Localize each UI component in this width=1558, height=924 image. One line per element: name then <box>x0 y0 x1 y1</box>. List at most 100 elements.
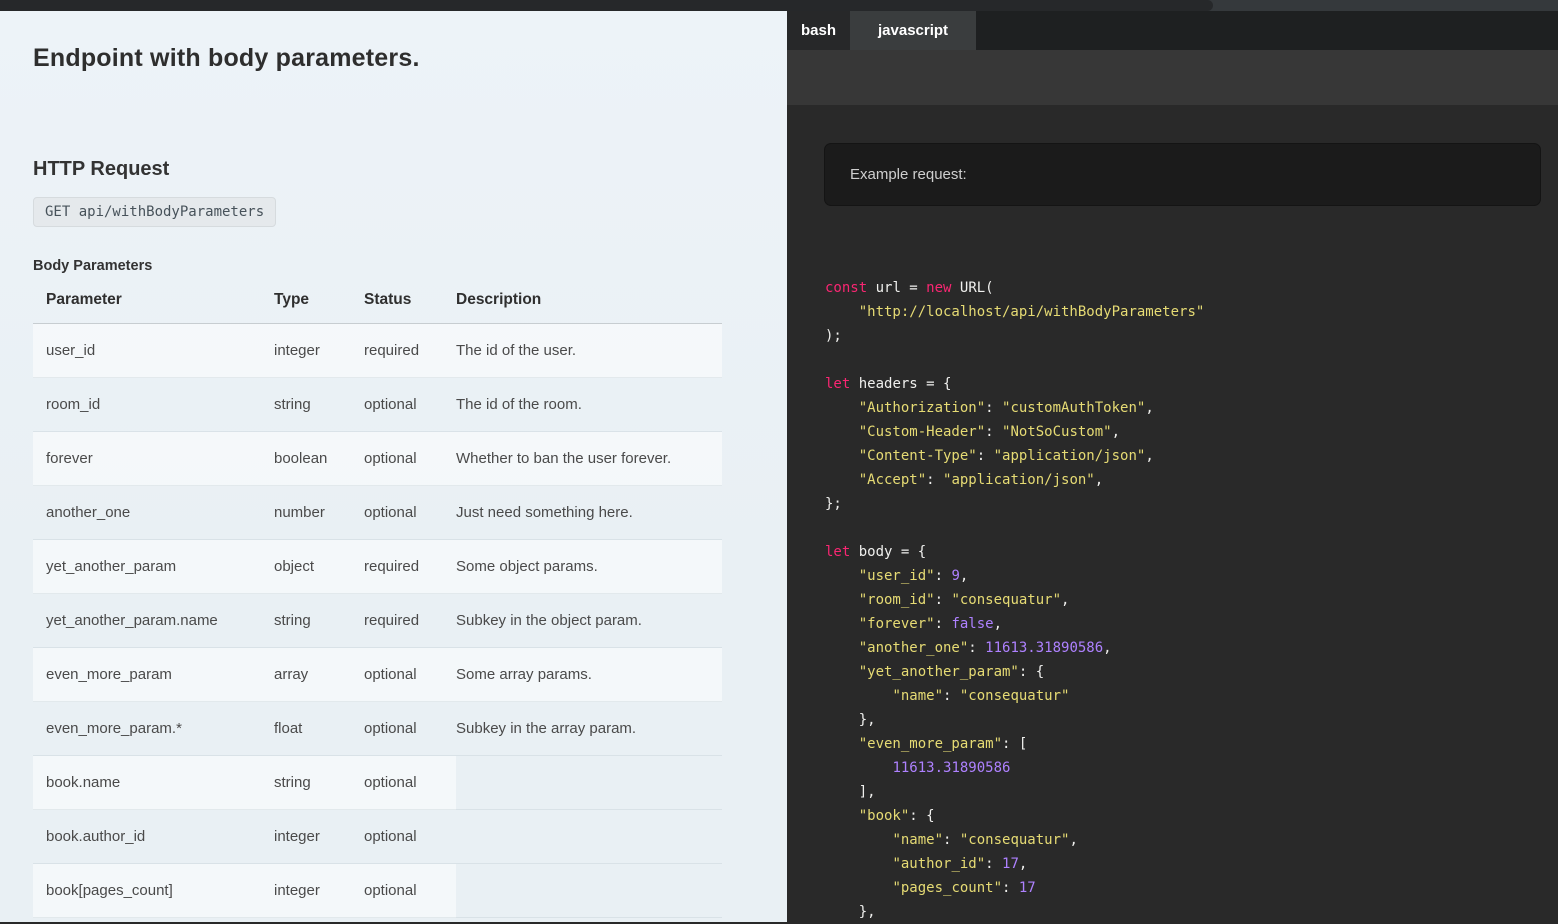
code-line: let headers = { <box>825 372 1558 396</box>
param-status: optional <box>364 864 456 918</box>
top-scrollbar-thumb[interactable] <box>0 0 1213 11</box>
code-line: "name": "consequatur" <box>825 684 1558 708</box>
table-row: another_onenumberoptionalJust need somet… <box>33 486 722 540</box>
param-description: Just need something here. <box>456 486 722 540</box>
table-row: yet_another_param.namestringrequiredSubk… <box>33 594 722 648</box>
body-parameters-label: Body Parameters <box>33 258 757 274</box>
param-status: optional <box>364 702 456 756</box>
table-row: yet_another_paramobjectrequiredSome obje… <box>33 540 722 594</box>
param-name: book.name <box>33 756 274 810</box>
column-header-parameter: Parameter <box>33 283 274 324</box>
table-header-row: Parameter Type Status Description <box>33 283 722 324</box>
code-line: "Authorization": "customAuthToken", <box>825 396 1558 420</box>
example-request-label: Example request: <box>850 166 967 183</box>
param-description: Some object params. <box>456 540 722 594</box>
code-line: ); <box>825 324 1558 348</box>
table-row: even_more_paramarrayoptionalSome array p… <box>33 648 722 702</box>
param-type: object <box>274 540 364 594</box>
example-request-code: const url = new URL( "http://localhost/a… <box>825 276 1558 924</box>
column-header-type: Type <box>274 283 364 324</box>
param-status: optional <box>364 486 456 540</box>
code-line: "Content-Type": "application/json", <box>825 444 1558 468</box>
code-line: "Accept": "application/json", <box>825 468 1558 492</box>
code-line: const url = new URL( <box>825 276 1558 300</box>
tab-javascript[interactable]: javascript <box>850 11 976 50</box>
code-line <box>825 516 1558 540</box>
param-description: Whether to ban the user forever. <box>456 432 722 486</box>
param-name: book.author_id <box>33 810 274 864</box>
param-name: yet_another_param <box>33 540 274 594</box>
code-line: "room_id": "consequatur", <box>825 588 1558 612</box>
code-line: "user_id": 9, <box>825 564 1558 588</box>
code-line: }; <box>825 492 1558 516</box>
code-line: "name": "consequatur", <box>825 828 1558 852</box>
tabbar-lower-band <box>787 50 1558 105</box>
param-description: Some array params. <box>456 648 722 702</box>
http-request-heading: HTTP Request <box>33 157 757 181</box>
column-header-description: Description <box>456 283 722 324</box>
param-name: user_id <box>33 324 274 378</box>
code-line: "yet_another_param": { <box>825 660 1558 684</box>
param-status: optional <box>364 432 456 486</box>
param-name: book[pages_count] <box>33 864 274 918</box>
code-language-tabs: bashjavascript <box>787 11 1558 50</box>
code-line: ], <box>825 780 1558 804</box>
param-description: Subkey in the object param. <box>456 594 722 648</box>
table-row: user_idintegerrequiredThe id of the user… <box>33 324 722 378</box>
param-name: even_more_param <box>33 648 274 702</box>
body-parameters-table: Parameter Type Status Description user_i… <box>33 283 722 918</box>
table-row: even_more_param.*floatoptionalSubkey in … <box>33 702 722 756</box>
endpoint-method-path: GET api/withBodyParameters <box>33 197 276 227</box>
param-description: The id of the room. <box>456 378 722 432</box>
param-description <box>456 810 722 864</box>
code-line: "Custom-Header": "NotSoCustom", <box>825 420 1558 444</box>
param-type: number <box>274 486 364 540</box>
param-type: string <box>274 378 364 432</box>
code-line: 11613.31890586 <box>825 756 1558 780</box>
param-name: even_more_param.* <box>33 702 274 756</box>
param-type: string <box>274 594 364 648</box>
code-line: "book": { <box>825 804 1558 828</box>
param-description: Subkey in the array param. <box>456 702 722 756</box>
param-name: another_one <box>33 486 274 540</box>
code-line: "even_more_param": [ <box>825 732 1558 756</box>
param-type: array <box>274 648 364 702</box>
param-name: yet_another_param.name <box>33 594 274 648</box>
table-row: foreverbooleanoptionalWhether to ban the… <box>33 432 722 486</box>
code-line <box>825 348 1558 372</box>
code-examples-panel: bashjavascript Example request: const ur… <box>787 11 1558 922</box>
top-scrollbar-track[interactable] <box>0 0 1558 11</box>
param-status: required <box>364 540 456 594</box>
code-line: "http://localhost/api/withBodyParameters… <box>825 300 1558 324</box>
code-line: }, <box>825 708 1558 732</box>
tab-bash[interactable]: bash <box>787 11 850 50</box>
code-line: let body = { <box>825 540 1558 564</box>
param-status: optional <box>364 378 456 432</box>
page-title: Endpoint with body parameters. <box>33 43 757 73</box>
table-row: book.namestringoptional <box>33 756 722 810</box>
code-line: "forever": false, <box>825 612 1558 636</box>
code-line: "pages_count": 17 <box>825 876 1558 900</box>
param-status: optional <box>364 648 456 702</box>
body-parameters-table-body: user_idintegerrequiredThe id of the user… <box>33 324 722 918</box>
param-status: optional <box>364 810 456 864</box>
param-name: room_id <box>33 378 274 432</box>
code-line: }, <box>825 900 1558 924</box>
param-type: integer <box>274 324 364 378</box>
param-description <box>456 864 722 918</box>
param-type: boolean <box>274 432 364 486</box>
column-header-status: Status <box>364 283 456 324</box>
table-row: book.author_idintegeroptional <box>33 810 722 864</box>
example-request-header: Example request: <box>824 143 1541 206</box>
param-type: float <box>274 702 364 756</box>
param-status: required <box>364 594 456 648</box>
param-description <box>456 756 722 810</box>
param-description: The id of the user. <box>456 324 722 378</box>
code-line: "another_one": 11613.31890586, <box>825 636 1558 660</box>
table-row: room_idstringoptionalThe id of the room. <box>33 378 722 432</box>
docs-content-panel: Endpoint with body parameters. HTTP Requ… <box>0 11 787 922</box>
param-type: integer <box>274 810 364 864</box>
code-line: "author_id": 17, <box>825 852 1558 876</box>
param-status: required <box>364 324 456 378</box>
table-row: book[pages_count]integeroptional <box>33 864 722 918</box>
